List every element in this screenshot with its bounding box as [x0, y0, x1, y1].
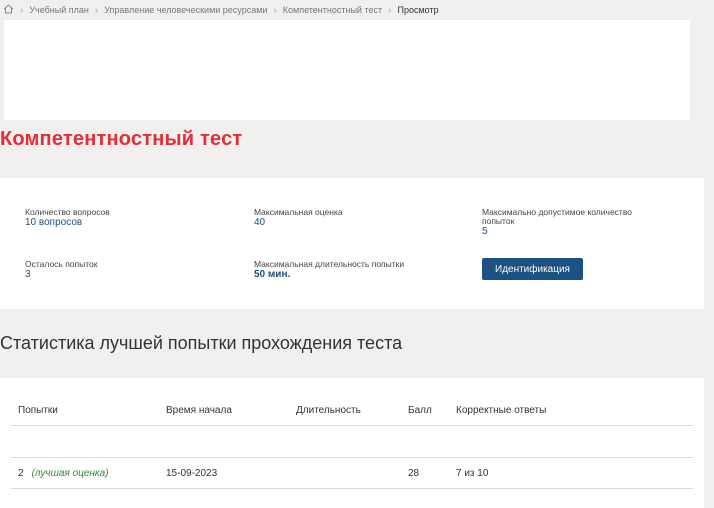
top-panel	[4, 20, 690, 120]
column-header-duration: Длительность	[296, 405, 361, 416]
questions-count: Количество вопросов 10 вопросов	[25, 207, 110, 229]
breadcrumb: › Учебный план › Управление человеческим…	[0, 0, 714, 20]
column-header-attempts: Попытки	[18, 405, 58, 416]
breadcrumb-item-test[interactable]: Компетентностный тест	[283, 5, 382, 15]
breadcrumb-item-plan[interactable]: Учебный план	[29, 5, 89, 15]
identification-button[interactable]: Идентификация	[482, 258, 583, 280]
remaining-label: Осталось попыток	[25, 259, 98, 269]
breadcrumb-item-hr[interactable]: Управление человеческими ресурсами	[104, 5, 267, 15]
breadcrumb-current: Просмотр	[397, 5, 439, 15]
start-time-cell: 15-09-2023	[166, 468, 218, 479]
max-attempts: Максимально допустимое количество попыто…	[482, 208, 632, 238]
correct-answers-cell: 7 из 10	[456, 468, 489, 479]
row-divider	[11, 488, 693, 489]
attempt-cell: 2 (лучшая оценка)	[18, 468, 109, 479]
max-attempts-label-cont: попыток	[482, 216, 515, 226]
score-cell: 28	[408, 468, 420, 479]
max-score-label: Максимальная оценка	[254, 207, 343, 217]
max-duration-value: 50 мин.	[254, 269, 291, 280]
breadcrumb-separator: ›	[94, 4, 99, 16]
column-header-score: Балл	[408, 405, 432, 416]
max-duration: Максимальная длительность попытки 50 мин…	[254, 259, 405, 281]
stats-section-title: Статистика лучшей попытки прохождения те…	[0, 333, 403, 353]
remaining-attempts: Осталось попыток 3	[25, 259, 98, 281]
max-duration-label: Максимальная длительность попытки	[254, 259, 405, 269]
breadcrumb-separator: ›	[20, 4, 24, 16]
row-divider	[11, 457, 693, 458]
stats-table: Попытки Время начала Длительность Балл К…	[0, 378, 704, 508]
remaining-value: 3	[25, 269, 31, 280]
questions-value: 10 вопросов	[25, 217, 83, 228]
attempt-number: 2	[18, 468, 24, 479]
home-icon[interactable]	[3, 4, 14, 16]
max-score-value: 40	[254, 217, 266, 228]
max-attempts-value: 5	[482, 226, 488, 237]
breadcrumb-separator: ›	[273, 4, 277, 16]
column-header-correct-answers: Корректные ответы	[456, 405, 547, 416]
max-score: Максимальная оценка 40	[254, 207, 343, 229]
header-divider	[11, 425, 693, 426]
column-header-start-time: Время начала	[166, 405, 232, 416]
breadcrumb-separator: ›	[388, 4, 392, 16]
best-score-badge: (лучшая оценка)	[31, 468, 109, 479]
questions-label: Количество вопросов	[25, 207, 110, 217]
page-title: Компетентностный тест	[0, 128, 243, 150]
test-info-card: Количество вопросов 10 вопросов Максимал…	[0, 178, 704, 309]
